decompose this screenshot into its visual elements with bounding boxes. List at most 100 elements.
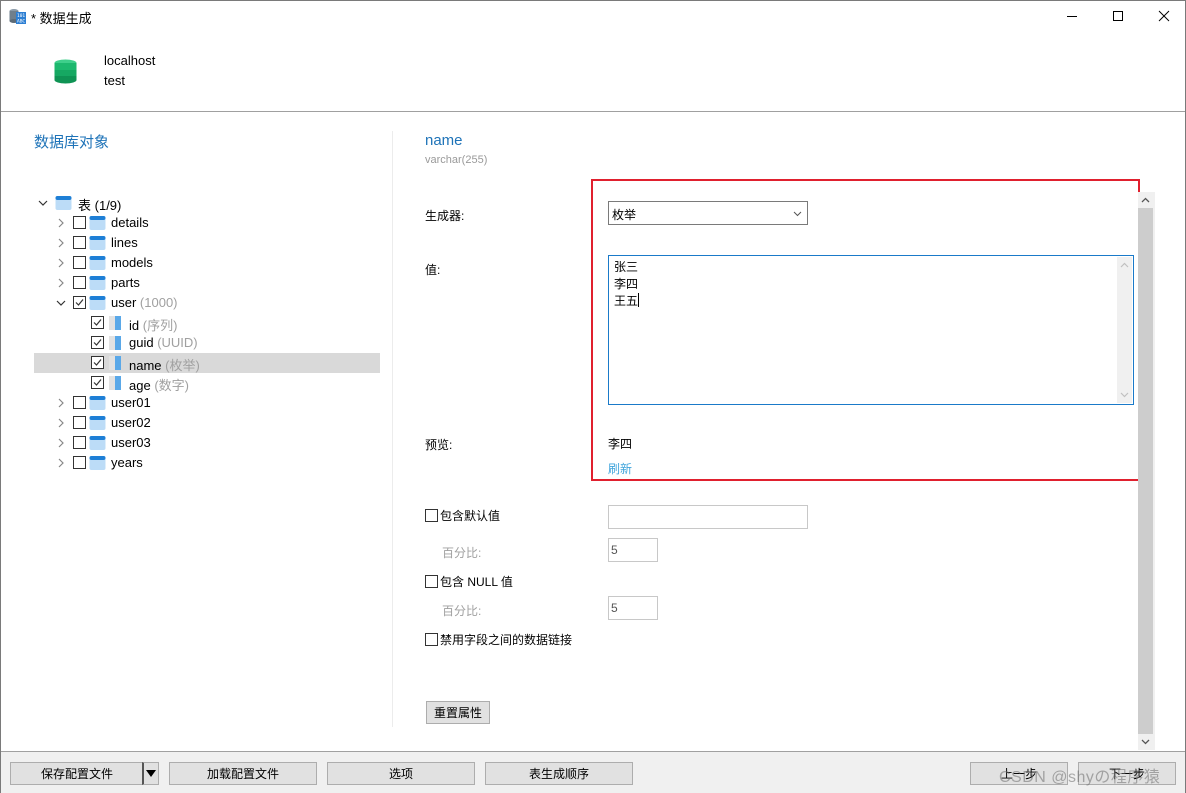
tree-root-tables[interactable]: 表 (1/9): [34, 193, 380, 213]
checkbox-box[interactable]: [425, 509, 438, 522]
tree-column-name-selected[interactable]: name (枚举): [34, 353, 380, 373]
database-icon: [54, 59, 77, 84]
tree-table-lines[interactable]: lines: [34, 233, 380, 253]
chevron-right-icon[interactable]: [55, 397, 67, 409]
default-percent-input[interactable]: 5: [608, 538, 658, 562]
minimize-button[interactable]: [1049, 1, 1095, 31]
table-icon: [89, 216, 106, 230]
table-name: user02: [111, 415, 151, 430]
minimize-icon: [1067, 16, 1077, 17]
scroll-up-icon[interactable]: [1120, 262, 1129, 268]
next-button[interactable]: 下一步: [1078, 762, 1176, 785]
table-name: years: [111, 455, 143, 470]
column-checkbox-checked[interactable]: [91, 376, 104, 389]
tree-root-label: 表 (1/9): [78, 198, 122, 213]
values-textarea[interactable]: 张三 李四 王五: [608, 255, 1134, 405]
table-checkbox[interactable]: [73, 456, 86, 469]
table-checkbox[interactable]: [73, 276, 86, 289]
field-name-heading: name: [425, 132, 463, 149]
tree-table-details[interactable]: details: [34, 213, 380, 233]
chevron-right-icon[interactable]: [55, 417, 67, 429]
close-button[interactable]: [1141, 1, 1186, 31]
table-checkbox-checked[interactable]: [73, 296, 86, 309]
table-checkbox[interactable]: [73, 436, 86, 449]
chevron-right-icon[interactable]: [55, 437, 67, 449]
column-icon: [109, 376, 121, 390]
close-icon: [1158, 10, 1170, 22]
generator-label: 生成器:: [425, 209, 465, 223]
checkmark-icon: [93, 379, 102, 386]
scrollbar-thumb[interactable]: [1138, 208, 1153, 734]
tree-table-user03[interactable]: user03: [34, 433, 380, 453]
table-name: user03: [111, 435, 151, 450]
load-profile-button[interactable]: 加载配置文件: [169, 762, 317, 785]
column-checkbox-checked[interactable]: [91, 356, 104, 369]
scroll-down-icon[interactable]: [1120, 392, 1129, 398]
include-default-checkbox[interactable]: 包含默认值: [425, 507, 500, 524]
save-profile-dropdown[interactable]: [142, 762, 159, 785]
save-profile-button[interactable]: 保存配置文件: [10, 762, 144, 785]
tree-column-age[interactable]: age (数字): [34, 373, 380, 393]
back-button[interactable]: 上一步: [970, 762, 1068, 785]
chevron-right-icon[interactable]: [55, 277, 67, 289]
reset-properties-button[interactable]: 重置属性: [426, 701, 490, 724]
default-percent-label: 百分比:: [442, 546, 482, 560]
tree-column-id[interactable]: id (序列): [34, 313, 380, 333]
value-line-with-caret: 王五: [614, 293, 640, 308]
chevron-right-icon[interactable]: [55, 237, 67, 249]
column-icon: [109, 316, 121, 330]
scroll-down-icon: [1141, 739, 1150, 745]
column-icon: [109, 336, 121, 350]
generator-select[interactable]: 枚举: [608, 201, 808, 225]
properties-scrollbar[interactable]: [1138, 192, 1155, 750]
connection-header: localhost test: [1, 31, 1185, 112]
caret-down-icon: [146, 770, 156, 777]
chevron-down-icon[interactable]: [37, 197, 49, 209]
row-count: (1000): [139, 295, 178, 310]
disable-data-link-label: 禁用字段之间的数据链接: [440, 633, 573, 647]
disable-data-link-checkbox[interactable]: 禁用字段之间的数据链接: [425, 631, 572, 648]
chevron-down-icon[interactable]: [55, 297, 67, 309]
column-checkbox-checked[interactable]: [91, 336, 104, 349]
scroll-down-button[interactable]: [1138, 734, 1153, 750]
checkbox-box[interactable]: [425, 575, 438, 588]
tree-table-user02[interactable]: user02: [34, 413, 380, 433]
column-name: guid (UUID): [129, 335, 198, 350]
table-icon: [89, 456, 106, 470]
value-line: 张三: [614, 260, 639, 274]
tree-table-parts[interactable]: parts: [34, 273, 380, 293]
tree-table-years[interactable]: years: [34, 453, 380, 473]
table-order-button[interactable]: 表生成顺序: [485, 762, 633, 785]
scroll-up-button[interactable]: [1138, 192, 1153, 208]
checkbox-box[interactable]: [425, 633, 438, 646]
panel-divider[interactable]: [392, 131, 393, 727]
tree-table-user01[interactable]: user01: [34, 393, 380, 413]
column-name: age (数字): [129, 378, 189, 393]
chevron-right-icon[interactable]: [55, 257, 67, 269]
null-percent-input[interactable]: 5: [608, 596, 658, 620]
table-name: user01: [111, 395, 151, 410]
options-button[interactable]: 选项: [327, 762, 475, 785]
include-null-label: 包含 NULL 值: [440, 575, 513, 589]
chevron-right-icon[interactable]: [55, 217, 67, 229]
table-checkbox[interactable]: [73, 396, 86, 409]
column-checkbox-checked[interactable]: [91, 316, 104, 329]
checkmark-icon: [75, 299, 84, 306]
maximize-icon: [1113, 11, 1123, 21]
tree-column-guid[interactable]: guid (UUID): [34, 333, 380, 353]
refresh-link[interactable]: 刷新: [608, 460, 632, 477]
table-checkbox[interactable]: [73, 216, 86, 229]
table-icon: [89, 276, 106, 290]
tree-table-user[interactable]: user (1000): [34, 293, 380, 313]
tree-table-models[interactable]: models: [34, 253, 380, 273]
maximize-button[interactable]: [1095, 1, 1141, 31]
default-value-input[interactable]: [608, 505, 808, 529]
include-null-checkbox[interactable]: 包含 NULL 值: [425, 573, 513, 590]
preview-label: 预览:: [425, 438, 453, 452]
table-checkbox[interactable]: [73, 236, 86, 249]
textarea-scrollbar[interactable]: [1117, 257, 1132, 403]
chevron-right-icon[interactable]: [55, 457, 67, 469]
preview-value: 李四: [608, 437, 633, 451]
table-checkbox[interactable]: [73, 416, 86, 429]
table-checkbox[interactable]: [73, 256, 86, 269]
